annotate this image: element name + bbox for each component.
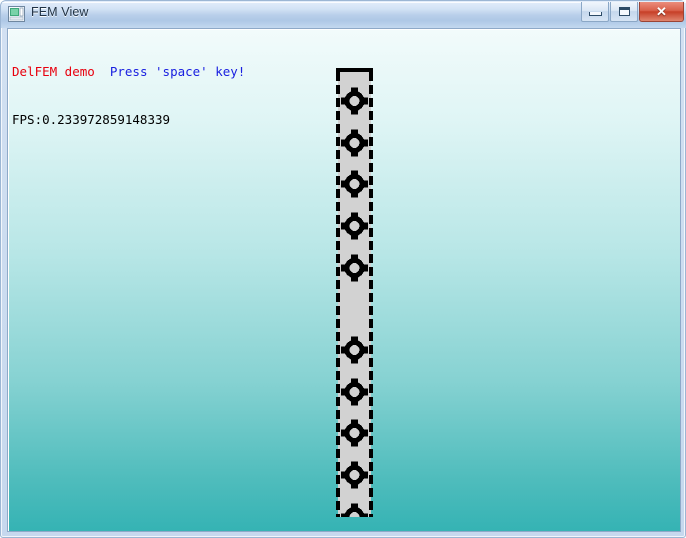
window-title: FEM View bbox=[31, 5, 89, 19]
beam-left-edge bbox=[336, 111, 340, 120]
beam-right-edge bbox=[369, 293, 373, 302]
beam-right-edge bbox=[369, 306, 373, 315]
beam-left-edge bbox=[336, 124, 340, 133]
beam-right-edge bbox=[369, 150, 373, 159]
beam-left-edge bbox=[336, 228, 340, 237]
beam-left-edge bbox=[336, 254, 340, 263]
beam-right-edge bbox=[369, 111, 373, 120]
title-bar[interactable]: FEM View ✕ bbox=[1, 1, 686, 28]
beam-left-edge bbox=[336, 410, 340, 419]
beam-right-edge bbox=[369, 397, 373, 406]
beam-left-edge bbox=[336, 306, 340, 315]
beam-left-edge bbox=[336, 319, 340, 328]
minimize-icon bbox=[588, 12, 602, 16]
beam-right-edge bbox=[369, 462, 373, 471]
beam-left-edge bbox=[336, 384, 340, 393]
beam-right-edge bbox=[369, 163, 373, 172]
beam-geometry bbox=[336, 68, 373, 517]
hud-press-space-label: Press 'space' key! bbox=[109, 64, 246, 79]
beam-left-edge bbox=[336, 345, 340, 354]
beam-left-edge bbox=[336, 98, 340, 107]
beam-left-edge bbox=[336, 475, 340, 484]
beam-left-edge bbox=[336, 358, 340, 367]
fem-beam-mesh[interactable] bbox=[328, 49, 380, 517]
fem-gl-viewport[interactable]: DelFEM demo Press 'space' key! FPS:0.233… bbox=[9, 30, 680, 531]
beam-left-edge bbox=[336, 280, 340, 289]
beam-right-edge bbox=[369, 475, 373, 484]
hud-fps-label: FPS:0.233972859148339 bbox=[12, 112, 171, 127]
beam-left-edge bbox=[336, 514, 340, 517]
beam-left-edge bbox=[336, 163, 340, 172]
beam-right-edge bbox=[369, 332, 373, 341]
beam-left-edge bbox=[336, 332, 340, 341]
beam-right-edge bbox=[369, 280, 373, 289]
hud-gap bbox=[95, 64, 110, 79]
beam-left-edge bbox=[336, 215, 340, 224]
window-app-icon bbox=[8, 6, 25, 22]
close-icon: ✕ bbox=[656, 4, 667, 19]
beam-left-edge bbox=[336, 267, 340, 276]
beam-left-edge bbox=[336, 137, 340, 146]
beam-right-edge bbox=[369, 215, 373, 224]
beam-right-edge bbox=[369, 410, 373, 419]
beam-right-edge bbox=[369, 514, 373, 517]
fem-view-window: FEM View ✕ DelFEM demo Press 'space' key… bbox=[0, 0, 686, 538]
beam-right-edge bbox=[369, 488, 373, 497]
beam-right-edge bbox=[369, 124, 373, 133]
viewport-frame: DelFEM demo Press 'space' key! FPS:0.233… bbox=[7, 28, 681, 532]
beam-left-edge bbox=[336, 85, 340, 94]
hud-overlay: DelFEM demo Press 'space' key! FPS:0.233… bbox=[12, 32, 245, 160]
beam-left-edge bbox=[336, 202, 340, 211]
beam-right-edge bbox=[369, 98, 373, 107]
beam-right-edge bbox=[369, 228, 373, 237]
beam-left-edge bbox=[336, 241, 340, 250]
beam-left-edge bbox=[336, 501, 340, 510]
beam-left-edge bbox=[336, 150, 340, 159]
beam-right-edge bbox=[369, 137, 373, 146]
beam-right-edge bbox=[369, 501, 373, 510]
beam-left-edge bbox=[336, 176, 340, 185]
beam-right-edge bbox=[369, 358, 373, 367]
beam-left-edge bbox=[336, 449, 340, 458]
beam-left-edge bbox=[336, 189, 340, 198]
beam-left-edge bbox=[336, 293, 340, 302]
beam-top-edge bbox=[336, 68, 373, 72]
beam-right-edge bbox=[369, 423, 373, 432]
beam-right-edge bbox=[369, 176, 373, 185]
beam-right-edge bbox=[369, 345, 373, 354]
beam-left-edge bbox=[336, 462, 340, 471]
beam-left-edge bbox=[336, 371, 340, 380]
window-controls: ✕ bbox=[581, 2, 684, 23]
beam-left-edge bbox=[336, 488, 340, 497]
beam-right-edge bbox=[369, 449, 373, 458]
beam-right-edge bbox=[369, 371, 373, 380]
beam-right-edge bbox=[369, 254, 373, 263]
maximize-button[interactable] bbox=[610, 2, 638, 22]
beam-right-edge bbox=[369, 319, 373, 328]
beam-right-edge bbox=[369, 202, 373, 211]
minimize-button[interactable] bbox=[581, 2, 609, 22]
close-button[interactable]: ✕ bbox=[639, 2, 684, 22]
beam-right-edge bbox=[369, 85, 373, 94]
beam-left-edge bbox=[336, 72, 340, 81]
beam-right-edge bbox=[369, 384, 373, 393]
beam-right-edge bbox=[369, 241, 373, 250]
hud-demo-label: DelFEM demo bbox=[12, 64, 95, 79]
hud-line-1: DelFEM demo Press 'space' key! bbox=[12, 64, 245, 80]
beam-left-edge bbox=[336, 397, 340, 406]
beam-right-edge bbox=[369, 72, 373, 81]
beam-right-edge bbox=[369, 189, 373, 198]
beam-right-edge bbox=[369, 436, 373, 445]
beam-left-edge bbox=[336, 423, 340, 432]
beam-left-edge bbox=[336, 436, 340, 445]
beam-right-edge bbox=[369, 267, 373, 276]
maximize-icon bbox=[618, 7, 630, 16]
